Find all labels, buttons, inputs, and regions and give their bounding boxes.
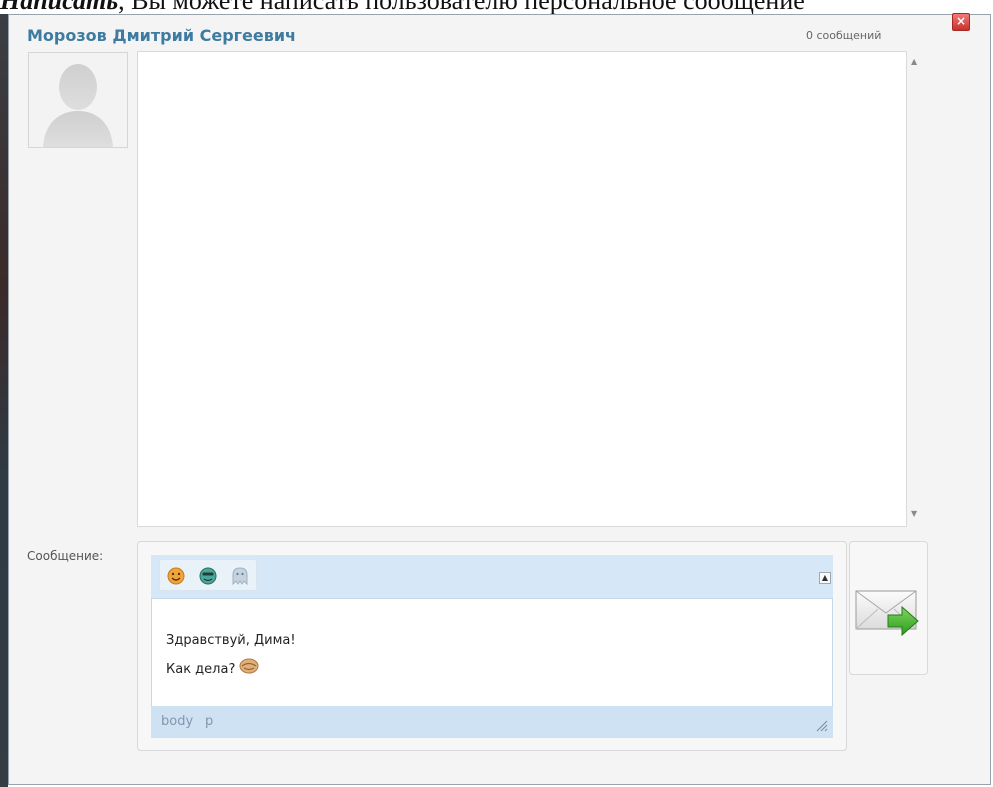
cool-smiley-icon[interactable]	[198, 566, 218, 586]
message-label: Сообщение:	[27, 549, 104, 563]
user-name[interactable]: Морозов Дмитрий Сергеевич	[27, 26, 296, 45]
scroll-up-icon[interactable]: ▲	[911, 57, 917, 66]
editor-line-2-text: Как дела?	[166, 662, 236, 677]
message-editor[interactable]: Здравствуй, Дима! Как дела?	[151, 599, 833, 706]
ghost-smiley-icon[interactable]	[230, 566, 250, 586]
history-scrollbar[interactable]: ▲ ▼	[907, 51, 923, 527]
emoji-group	[159, 559, 257, 591]
editor-line-1: Здравствуй, Дима!	[166, 633, 296, 648]
editor-statusbar: body p	[151, 706, 833, 738]
caption-text: , Вы можете написать пользователю персон…	[118, 0, 805, 14]
handshake-smiley-icon	[239, 658, 259, 674]
page-caption: Написать, Вы можете написать пользовател…	[0, 0, 993, 14]
scroll-down-icon[interactable]: ▼	[911, 509, 917, 518]
smiley-icon[interactable]	[166, 566, 186, 586]
path-element-body[interactable]: body	[161, 714, 193, 729]
message-history[interactable]	[137, 51, 907, 527]
avatar	[28, 52, 128, 148]
editor-line-2: Как дела?	[166, 657, 259, 677]
message-count: 0 сообщений	[806, 29, 882, 42]
user-silhouette-icon	[29, 53, 127, 147]
caption-strong: Написать	[0, 0, 118, 14]
collapse-toolbar-button[interactable]: ▲	[819, 572, 831, 584]
send-envelope-icon[interactable]	[854, 585, 920, 637]
close-icon[interactable]: ×	[952, 13, 970, 31]
path-element-p[interactable]: p	[205, 714, 213, 729]
editor-toolbar: ▲	[151, 555, 833, 599]
background-strip	[0, 14, 8, 787]
resize-grip-icon[interactable]	[814, 718, 828, 732]
